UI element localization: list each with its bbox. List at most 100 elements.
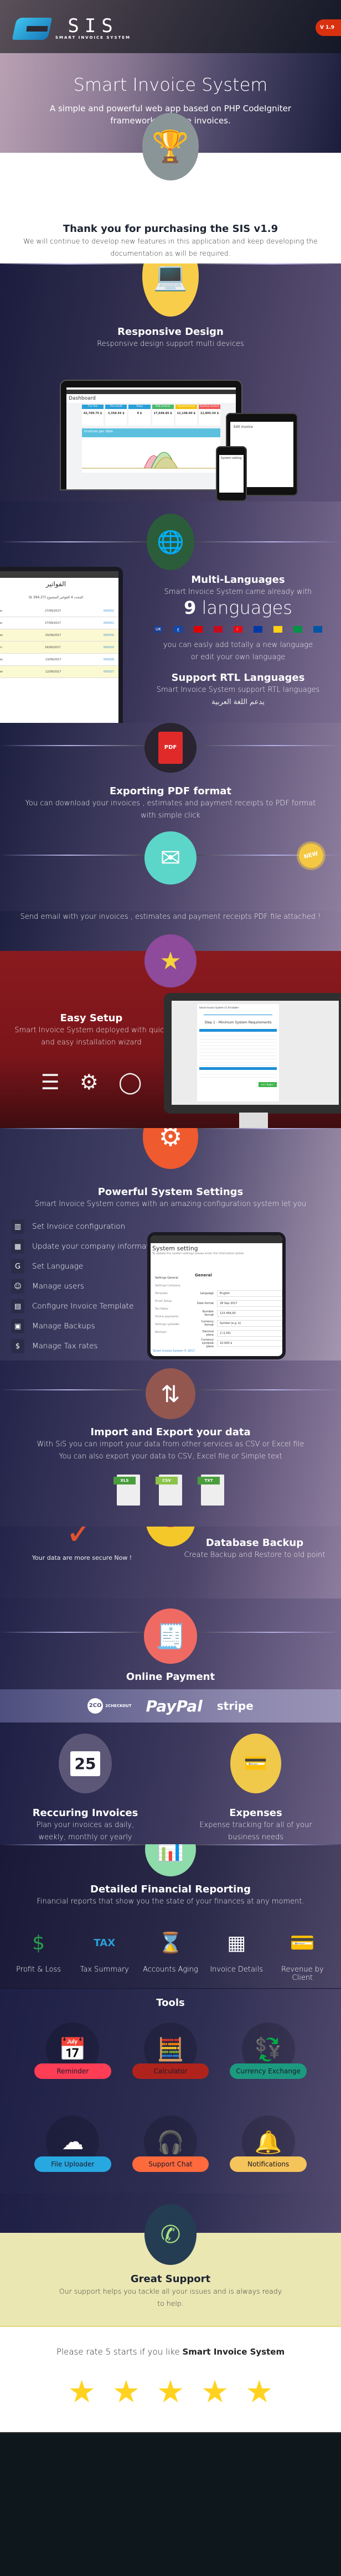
stat-label: This Year bbox=[82, 405, 104, 409]
footer bbox=[0, 2433, 341, 2534]
user-circle-icon: ◯ bbox=[118, 1069, 142, 1094]
tool-reminder-button[interactable]: Reminder bbox=[34, 2063, 111, 2080]
thanks-text: We will continue to develop new features… bbox=[23, 237, 318, 257]
settings-field-select[interactable]: Symbol (e.g. $) bbox=[217, 1320, 282, 1327]
invoice-client: mo bbox=[0, 621, 2, 625]
tool-item[interactable]: 🔔 Notifications bbox=[230, 2115, 307, 2179]
tool-item[interactable]: 📅 Reminder bbox=[34, 2022, 111, 2086]
flag-english-icon: UK bbox=[154, 625, 163, 633]
rtl-arabic-text: يدعم اللغة العربية bbox=[211, 698, 265, 707]
stat-value: 0 $ bbox=[137, 412, 142, 415]
settings-field-select[interactable]: English bbox=[217, 1290, 282, 1297]
email-text: Send email with your invoices , estimate… bbox=[20, 913, 321, 921]
settings-field-select[interactable]: 2 (1.00) bbox=[217, 1330, 282, 1337]
profit-loss-icon: $ bbox=[32, 1932, 45, 1955]
rtl-text: Smart Invoice System support RTL languag… bbox=[156, 686, 320, 695]
stat-value: 17,648.85 $ bbox=[153, 412, 172, 415]
invoice-ref[interactable]: 000031 bbox=[104, 622, 114, 625]
stat-card: Today 0 $ bbox=[128, 405, 151, 426]
invoice-ref[interactable]: 000032 bbox=[104, 609, 114, 613]
app-navbar bbox=[66, 390, 236, 394]
laptop-mockup: Dashboard This Year 42,709.75 $ This month… bbox=[60, 380, 242, 490]
star-icon[interactable]: ★ bbox=[201, 2377, 229, 2408]
receipt-calculator-icon: 🧾 bbox=[144, 1608, 197, 1664]
setup-text: Smart Invoice System deployed with quick… bbox=[14, 1026, 168, 1047]
star-icon[interactable]: ★ bbox=[245, 2377, 273, 2408]
invoice-ref[interactable]: 000028 bbox=[104, 658, 114, 661]
tool-currency-exchange-button[interactable]: Currency Exchange bbox=[230, 2063, 307, 2080]
tool-item[interactable]: ☁ File Uploader bbox=[34, 2115, 111, 2179]
invoice-ref[interactable]: 000029 bbox=[104, 646, 114, 649]
tool-notifications-button[interactable]: Notifications bbox=[230, 2156, 307, 2172]
backup-title: Database Backup bbox=[205, 1537, 304, 1549]
flag-arabic-icon: ع bbox=[174, 625, 183, 633]
settings-feature-label: Manage Tax rates bbox=[32, 1342, 98, 1351]
stat-label: Today bbox=[128, 405, 151, 409]
invoice-client: van bbox=[0, 633, 3, 637]
settings-side-item[interactable]: Backups bbox=[155, 1328, 189, 1336]
system-setting-screen-mockup: System setting To update the system sett… bbox=[147, 1232, 286, 1359]
invoice-ref[interactable]: 000030 bbox=[104, 634, 114, 637]
invoice-row[interactable]: 000029 16/09/2017 uni bbox=[0, 642, 118, 654]
tool-calculator-button[interactable]: Calculator bbox=[132, 2063, 209, 2080]
reporting-section: 📊 Detailed Financial Reporting Financial… bbox=[0, 1844, 341, 1988]
settings-side-item[interactable]: Settings Company bbox=[155, 1282, 189, 1290]
floppy-icon: ▣ bbox=[11, 1319, 24, 1333]
invoice-ref[interactable]: 000027 bbox=[104, 670, 114, 674]
add-language-text-2: or edit your own language bbox=[190, 653, 286, 661]
settings-side-item[interactable]: Settings uploader bbox=[155, 1321, 189, 1328]
settings-side-item[interactable]: Tax Rates bbox=[155, 1305, 189, 1313]
recurring-text: Plan your invoices as daily, weekly, mon… bbox=[36, 1821, 135, 1842]
lets-begin-button[interactable]: Let's Begin ! bbox=[259, 1082, 277, 1087]
stat-card: Paid invoices 17,648.85 $ bbox=[152, 405, 174, 426]
logo-tagline: SMART INVOICE SYSTEM bbox=[55, 35, 131, 40]
invoice-client: van bbox=[0, 670, 3, 674]
hourglass-icon: ⌛ bbox=[158, 1932, 183, 1955]
invoice-row[interactable]: 000030 20/09/2017 van bbox=[0, 629, 118, 642]
installer-title: Smart Invoice System v1.9 Installer bbox=[199, 1006, 239, 1009]
tool-item[interactable]: 💱 Currency Exchange bbox=[230, 2022, 307, 2086]
settings-feature-label: Set Language bbox=[32, 1262, 84, 1271]
file-formats: XLS CSV TXT bbox=[0, 1474, 341, 1506]
tool-item[interactable]: 🧮 Calculator bbox=[132, 2022, 209, 2086]
backup-section: ⛁ ✓ Your data are more secure Now ! Data… bbox=[0, 1527, 341, 1599]
settings-side-item[interactable]: Template bbox=[155, 1290, 189, 1297]
report-label: Profit & Loss bbox=[16, 1965, 61, 1974]
invoice-row[interactable]: 000028 13/09/2017 van bbox=[0, 654, 118, 666]
settings-field-select[interactable]: 123 456,00 bbox=[217, 1310, 282, 1317]
flag-french-icon bbox=[313, 625, 322, 633]
stripe-logo: stripe bbox=[216, 1699, 254, 1713]
languages-section: 🌐 الفواتير المحدد 4 الفواتير المجموع (39… bbox=[0, 501, 341, 723]
installer-monitor-mockup: Smart Invoice System v1.9 Installer Step… bbox=[164, 993, 341, 1114]
payment-providers: 2CO 2CHECKOUT PayPal stripe bbox=[0, 1689, 341, 1722]
settings-field-select[interactable]: 10.000 $ bbox=[217, 1340, 282, 1347]
tool-support-chat-button[interactable]: Support Chat bbox=[132, 2156, 209, 2172]
tool-file-uploader-button[interactable]: File Uploader bbox=[34, 2156, 111, 2172]
invoices-chart bbox=[82, 452, 220, 469]
recurring-title: Reccuring Invoices bbox=[32, 1807, 138, 1819]
header: SIS SMART INVOICE SYSTEM V 1.9 bbox=[0, 0, 341, 53]
system-setting-footer: Smart Invoice System © 2017. bbox=[153, 1349, 196, 1353]
settings-field-select[interactable]: 28 Sep 2017 bbox=[217, 1300, 282, 1307]
tool-item[interactable]: 🎧 Support Chat bbox=[132, 2115, 209, 2179]
invoice-row[interactable]: 000027 12/09/2017 van bbox=[0, 666, 118, 678]
star-icon[interactable]: ★ bbox=[68, 2377, 95, 2408]
settings-side-item[interactable]: Settings General bbox=[155, 1274, 189, 1282]
stat-value: 42,709.75 $ bbox=[83, 412, 102, 415]
invoice-row[interactable]: 000032 27/09/2017 mo bbox=[0, 605, 118, 617]
settings-side-item[interactable]: Online payments bbox=[155, 1313, 189, 1321]
rate-section: Please rate 5 starts if you like Smart I… bbox=[0, 2327, 341, 2433]
invoice-row[interactable]: 000031 27/09/2017 mo bbox=[0, 617, 118, 629]
invoices-chart-card: Invoices per date bbox=[82, 428, 220, 473]
star-icon[interactable]: ★ bbox=[157, 2377, 184, 2408]
settings-feature-item: ▦ Update your company informations bbox=[11, 1237, 164, 1256]
settings-text: Smart Invoice System comes with an amazi… bbox=[34, 1200, 307, 1209]
settings-side-item[interactable]: Email Setup bbox=[155, 1297, 189, 1305]
file-format-label: TXT bbox=[198, 1476, 220, 1484]
star-icon[interactable]: ★ bbox=[112, 2377, 140, 2408]
report-item: TAX Tax Summary bbox=[74, 1927, 135, 1982]
template-icon: ▤ bbox=[11, 1299, 24, 1313]
rating-stars[interactable]: ★ ★ ★ ★ ★ bbox=[0, 2377, 341, 2408]
chart-title: Invoices per date bbox=[82, 428, 220, 437]
settings-feature-item: $ Manage Tax rates bbox=[11, 1336, 164, 1356]
